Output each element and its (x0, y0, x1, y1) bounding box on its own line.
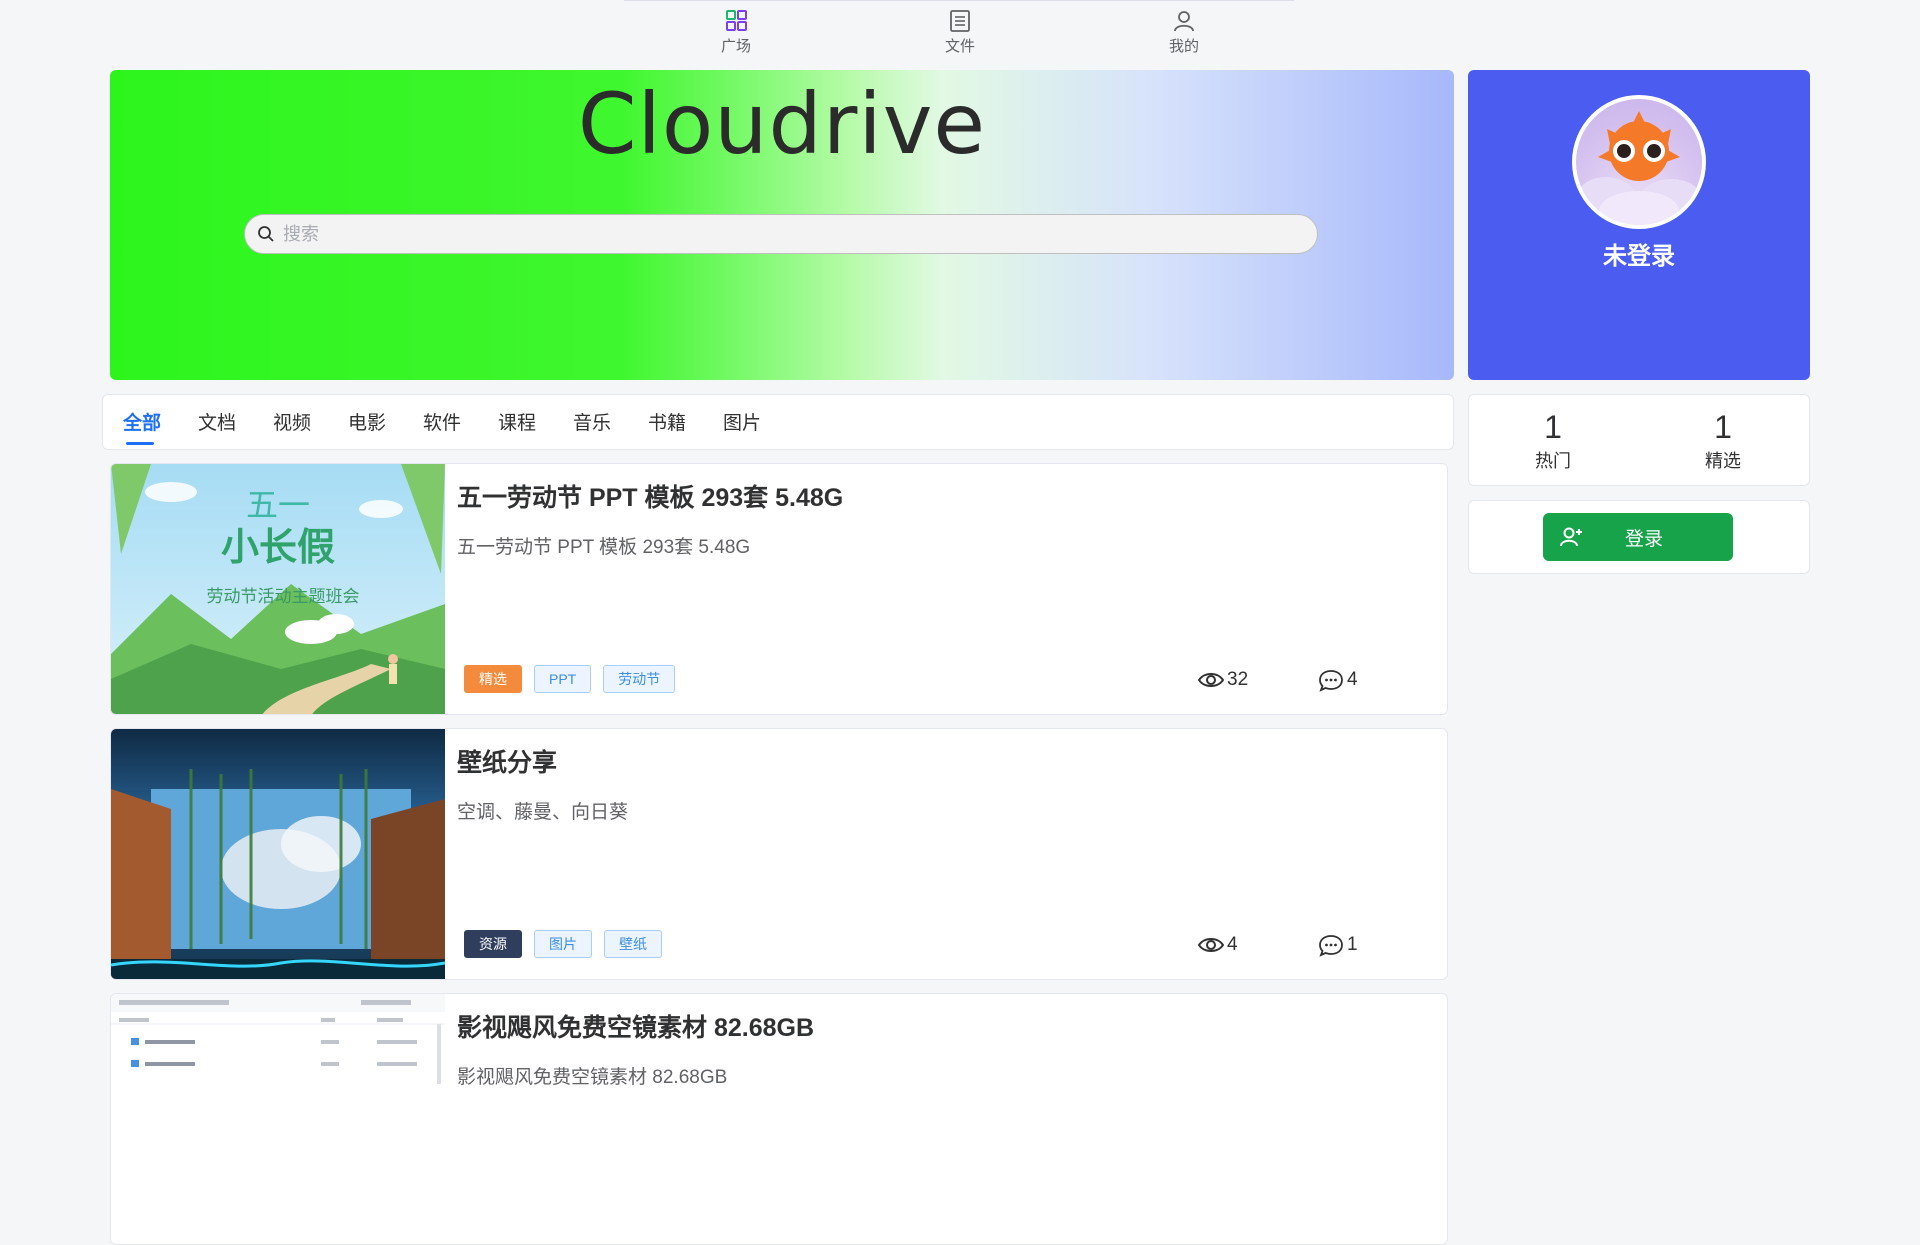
nav-item-files[interactable]: 文件 (910, 8, 1010, 60)
post-description: 五一劳动节 PPT 模板 293套 5.48G (457, 537, 751, 558)
nav-divider (624, 0, 1294, 1)
tab-books[interactable]: 书籍 (648, 408, 686, 435)
labor-day-thumbnail: 五一 小长假 劳动节活动主题班会 (111, 464, 445, 714)
post-thumbnail[interactable] (111, 994, 445, 1244)
tab-music[interactable]: 音乐 (573, 408, 611, 435)
hero-banner: Cloudrive (110, 70, 1454, 380)
post-tags: 资源 图片 壁纸 (464, 930, 662, 958)
file-list-thumbnail (111, 994, 445, 1244)
site-title: Cloudrive (577, 75, 987, 173)
avatar-character-icon (1576, 111, 1702, 225)
category-tabs: 全部 文档 视频 电影 软件 课程 音乐 书籍 图片 (102, 394, 1454, 450)
nav-item-plaza[interactable]: 广场 (686, 8, 786, 60)
comment-count-value: 4 (1347, 669, 1358, 690)
view-count-value: 4 (1227, 934, 1238, 955)
post-card[interactable]: 壁纸分享 空调、藤曼、向日葵 资源 图片 壁纸 4 1 (110, 728, 1448, 980)
tab-courses[interactable]: 课程 (498, 408, 536, 435)
eye-icon (1197, 938, 1225, 952)
post-title[interactable]: 影视飓风免费空镜素材 82.68GB (457, 1008, 814, 1044)
post-thumbnail[interactable]: 五一 小长假 劳动节活动主题班会 (111, 464, 445, 714)
profile-name: 未登录 (1603, 243, 1675, 270)
comment-count: 4 (1317, 668, 1358, 692)
user-icon (1174, 11, 1194, 32)
nav-label: 文件 (944, 38, 975, 55)
document-list-icon (950, 10, 970, 32)
active-tab-indicator (126, 442, 154, 445)
avatar[interactable] (1572, 95, 1706, 229)
stat-hot[interactable]: 1 热门 (1503, 409, 1603, 473)
tag[interactable]: 壁纸 (604, 930, 662, 958)
post-card[interactable]: 五一 小长假 劳动节活动主题班会 五一劳动节 PPT 模板 293套 5.48G… (110, 463, 1448, 715)
thumb-line2: 小长假 (221, 525, 335, 569)
post-description: 影视飓风免费空镜素材 82.68GB (457, 1067, 728, 1088)
tag-featured[interactable]: 精选 (464, 665, 522, 693)
comment-count-value: 1 (1347, 934, 1358, 955)
tab-movies[interactable]: 电影 (348, 408, 386, 435)
search-input[interactable] (281, 222, 1281, 246)
thumb-line3: 劳动节活动主题班会 (207, 587, 360, 607)
avatar-image (1576, 99, 1702, 225)
tab-all[interactable]: 全部 (123, 408, 161, 435)
stat-label: 热门 (1535, 451, 1571, 471)
comment-count: 1 (1317, 933, 1358, 957)
login-button[interactable]: 登录 (1543, 513, 1733, 561)
wallpaper-thumbnail (111, 729, 445, 979)
post-description: 空调、藤曼、向日葵 (457, 802, 629, 823)
tab-docs[interactable]: 文档 (198, 408, 236, 435)
nav-label: 我的 (1168, 38, 1199, 55)
view-count: 4 (1197, 933, 1238, 957)
tag-resource[interactable]: 资源 (464, 930, 522, 958)
post-title[interactable]: 壁纸分享 (457, 743, 557, 779)
tag[interactable]: PPT (534, 665, 592, 693)
nav-label: 广场 (720, 38, 751, 55)
search-bar[interactable] (244, 214, 1318, 254)
grid-icon (726, 10, 747, 31)
stat-label: 精选 (1705, 451, 1741, 471)
comment-icon (1319, 935, 1343, 957)
post-thumbnail[interactable] (111, 729, 445, 979)
tab-images[interactable]: 图片 (723, 408, 761, 435)
post-title[interactable]: 五一劳动节 PPT 模板 293套 5.48G (457, 478, 843, 514)
top-nav: 广场 文件 我的 (0, 0, 1920, 68)
tab-software[interactable]: 软件 (423, 408, 461, 435)
login-label: 登录 (1625, 528, 1664, 550)
comment-icon (1319, 670, 1343, 692)
thumb-line1: 五一 (246, 486, 310, 524)
view-count: 32 (1197, 668, 1248, 692)
tab-videos[interactable]: 视频 (273, 408, 311, 435)
login-card: 登录 (1468, 500, 1810, 574)
stats-card: 1 热门 1 精选 (1468, 394, 1810, 486)
eye-icon (1197, 673, 1225, 687)
stat-value: 1 (1544, 409, 1562, 445)
nav-item-mine[interactable]: 我的 (1134, 8, 1234, 60)
stat-featured[interactable]: 1 精选 (1673, 409, 1773, 473)
search-icon (258, 226, 274, 242)
stat-value: 1 (1714, 409, 1732, 445)
profile-card: 未登录 (1468, 70, 1810, 380)
add-user-icon (1560, 527, 1582, 547)
view-count-value: 32 (1227, 669, 1249, 690)
tag[interactable]: 图片 (534, 930, 592, 958)
post-card[interactable]: 影视飓风免费空镜素材 82.68GB 影视飓风免费空镜素材 82.68GB (110, 993, 1448, 1245)
post-tags: 精选 PPT 劳动节 (464, 665, 676, 693)
tag[interactable]: 劳动节 (603, 665, 676, 693)
